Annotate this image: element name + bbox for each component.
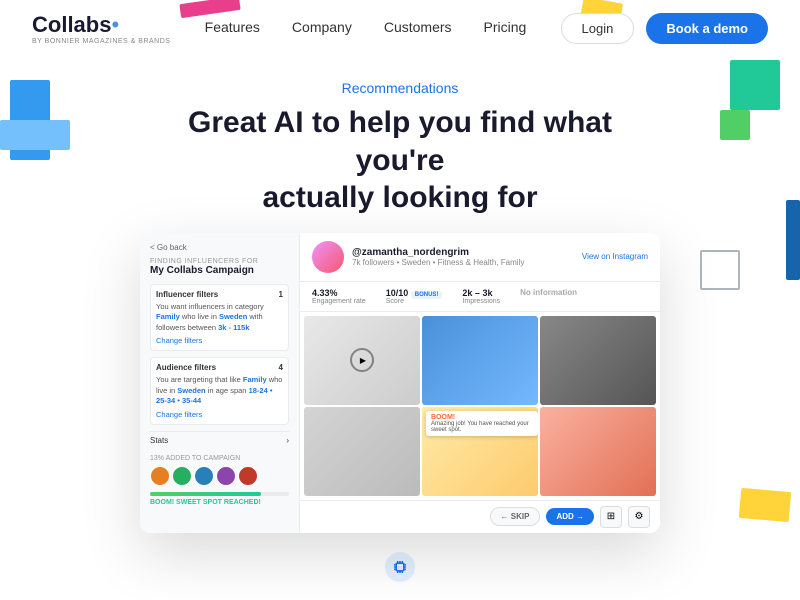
finding-label: FINDING INFLUENCERS FOR xyxy=(150,258,289,265)
avatar-5 xyxy=(238,466,258,486)
action-bar: ← SKIP ADD → ⊞ ⚙ xyxy=(300,500,660,533)
change-audience-filters[interactable]: Change filters xyxy=(156,410,283,419)
deco-yellow2 xyxy=(739,488,791,522)
grid-image-6 xyxy=(540,407,656,496)
sweet-spot-bar xyxy=(150,492,289,496)
chip-svg xyxy=(391,558,409,576)
bottom-chip-icon xyxy=(385,552,415,582)
audience-filter-body: You are targeting that like Family who l… xyxy=(156,375,283,407)
influencer-filter-body: You want influencers in category Family … xyxy=(156,302,283,334)
login-button[interactable]: Login xyxy=(561,13,635,44)
avatar-1 xyxy=(150,466,170,486)
campaign-name: My Collabs Campaign xyxy=(150,265,289,276)
profile-meta: 7k followers • Sweden • Fitness & Health… xyxy=(352,258,574,267)
stats-row: Stats › xyxy=(150,431,289,449)
avatar-2 xyxy=(172,466,192,486)
profile-name: @zamantha_nordengrim xyxy=(352,247,574,258)
grid-image-1: ▶ xyxy=(304,316,420,405)
logo-text: Collabs• xyxy=(32,12,170,38)
hero-tag: Recommendations xyxy=(0,80,800,96)
score-stat: 10/10 BONUS! Score xyxy=(386,288,443,305)
image-grid: ▶ BOOM! Amazing job! You have reached xyxy=(300,312,660,500)
nav-customers[interactable]: Customers xyxy=(384,19,452,35)
impressions-stat: 2k – 3k Impressions xyxy=(462,288,500,305)
audience-filters: Audience filters 4 You are targeting tha… xyxy=(150,357,289,425)
boom-overlay: BOOM! Amazing job! You have reached your… xyxy=(426,411,538,436)
hero-section: Recommendations Great AI to help you fin… xyxy=(0,56,800,233)
profile-avatar xyxy=(312,241,344,273)
nav-pricing[interactable]: Pricing xyxy=(484,19,527,35)
score-badge: BONUS! xyxy=(411,291,443,299)
book-demo-button[interactable]: Book a demo xyxy=(646,13,768,44)
add-button[interactable]: ADD → xyxy=(546,508,594,525)
navbar: Collabs• BY BONNIER MAGAZINES & BRANDS F… xyxy=(0,0,800,56)
added-label: 13% ADDED TO CAMPAIGN xyxy=(150,455,289,462)
play-button[interactable]: ▶ xyxy=(350,348,374,372)
avatar-4 xyxy=(216,466,236,486)
deco-gray-outline xyxy=(700,250,740,290)
profile-info: @zamantha_nordengrim 7k followers • Swed… xyxy=(352,247,574,267)
change-influencer-filters[interactable]: Change filters xyxy=(156,336,283,345)
nav-features[interactable]: Features xyxy=(205,19,260,35)
influencer-filters: Influencer filters 1 You want influencer… xyxy=(150,284,289,352)
right-panel: @zamantha_nordengrim 7k followers • Swed… xyxy=(300,233,660,533)
mockup-window: < Go back FINDING INFLUENCERS FOR My Col… xyxy=(140,233,660,533)
stats-header: 4.33% Engagement rate 10/10 BONUS! Score… xyxy=(300,282,660,312)
grid-image-5: BOOM! Amazing job! You have reached your… xyxy=(422,407,538,496)
nav-actions: Login Book a demo xyxy=(561,13,768,44)
engagement-stat: 4.33% Engagement rate xyxy=(312,288,366,305)
hero-title: Great AI to help you find what you're ac… xyxy=(150,104,650,217)
back-button[interactable]: < Go back xyxy=(150,243,289,252)
grid-view-icon[interactable]: ⊞ xyxy=(600,506,622,528)
nav-links: Features Company Customers Pricing xyxy=(205,19,527,37)
no-info-stat: No information xyxy=(520,288,577,305)
boom-label: BOOM! SWEET SPOT REACHED! xyxy=(150,499,289,506)
view-instagram-link[interactable]: View on Instagram xyxy=(582,252,648,261)
left-panel: < Go back FINDING INFLUENCERS FOR My Col… xyxy=(140,233,300,533)
logo-subtitle: BY BONNIER MAGAZINES & BRANDS xyxy=(32,38,170,45)
sweet-spot-fill xyxy=(150,492,261,496)
campaign-avatars xyxy=(150,466,289,486)
settings-icon[interactable]: ⚙ xyxy=(628,506,650,528)
profile-header: @zamantha_nordengrim 7k followers • Swed… xyxy=(300,233,660,282)
logo-dot: • xyxy=(111,12,119,37)
app-mockup: < Go back FINDING INFLUENCERS FOR My Col… xyxy=(140,233,660,533)
grid-image-3 xyxy=(540,316,656,405)
nav-company[interactable]: Company xyxy=(292,19,352,35)
grid-image-2 xyxy=(422,316,538,405)
skip-button[interactable]: ← SKIP xyxy=(490,507,541,526)
logo: Collabs• BY BONNIER MAGAZINES & BRANDS xyxy=(32,12,170,45)
avatar-3 xyxy=(194,466,214,486)
grid-image-4 xyxy=(304,407,420,496)
